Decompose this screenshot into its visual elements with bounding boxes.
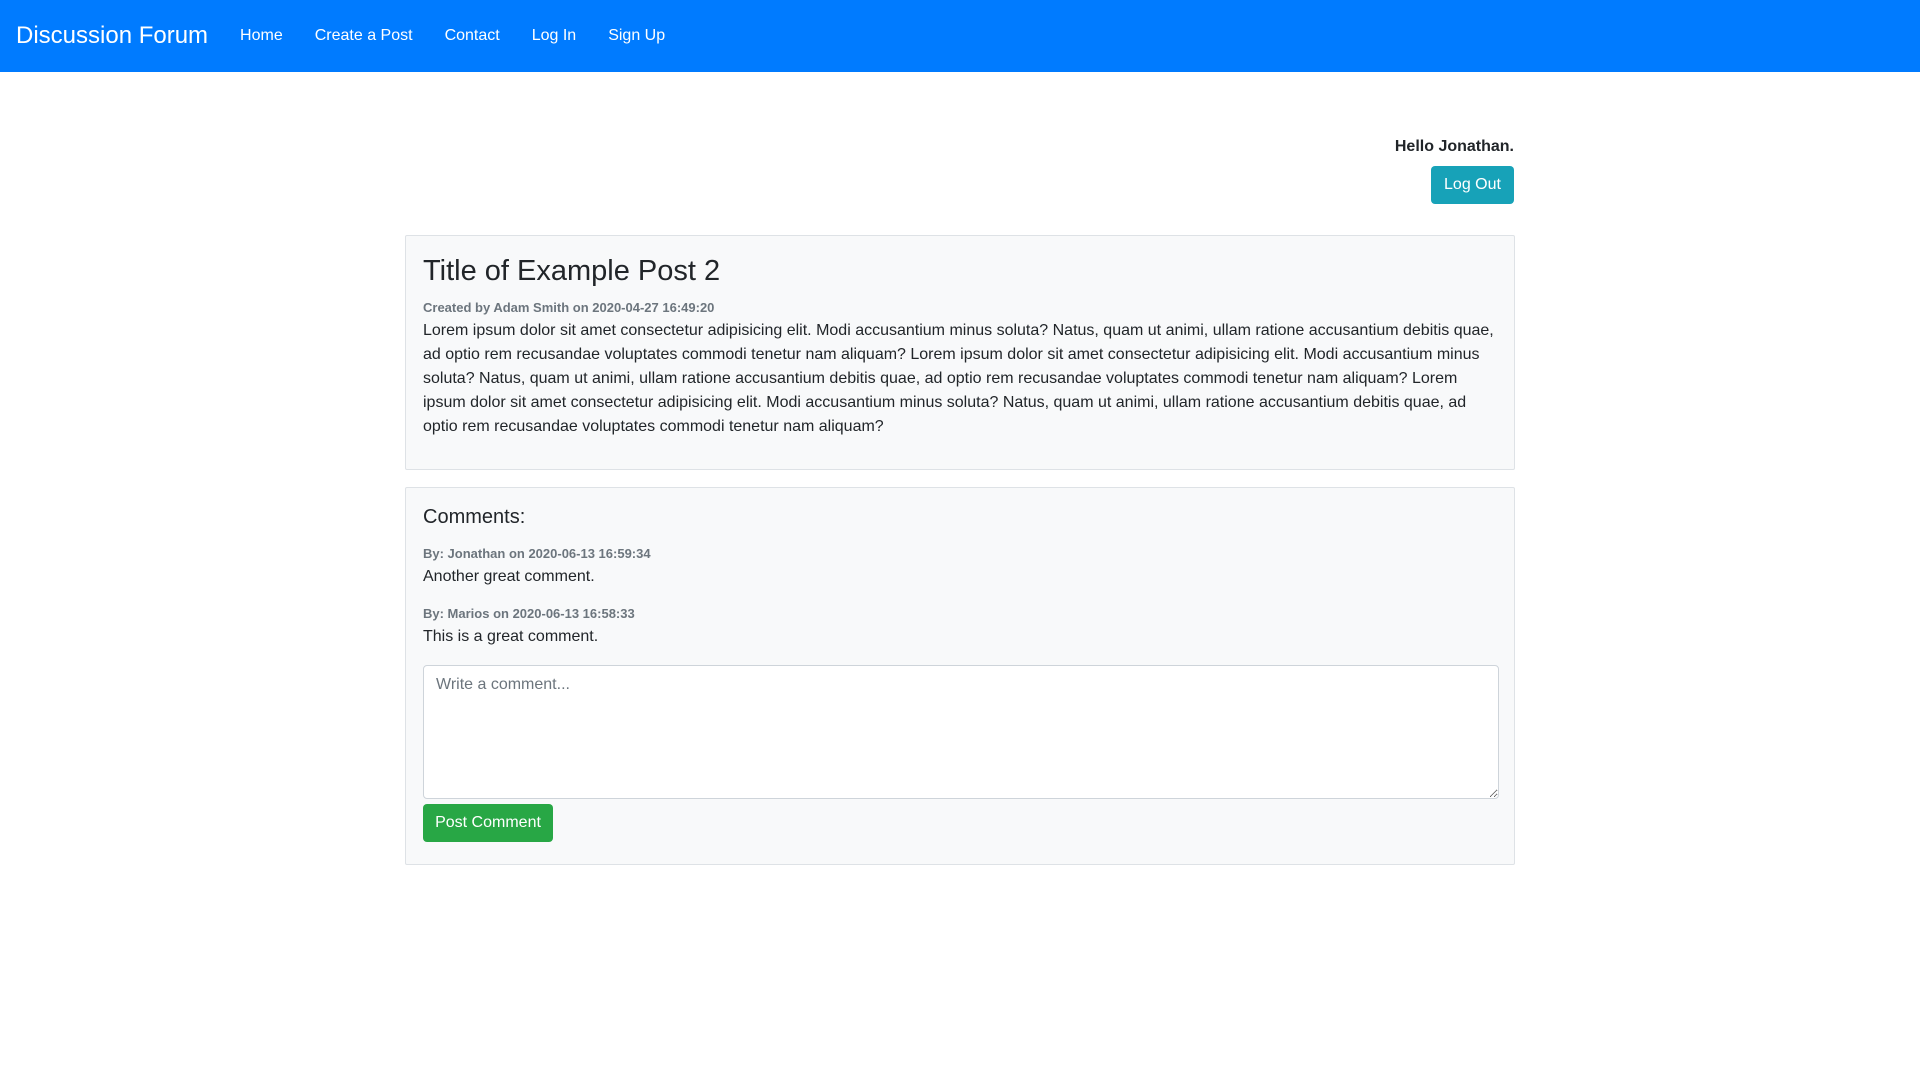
nav-link-sign-up[interactable]: Sign Up [608,28,665,44]
post-meta: Created by Adam Smith on 2020-04-27 16:4… [423,299,715,315]
user-greeting: Hello Jonathan. [1394,138,1514,155]
comment-input[interactable] [423,664,1499,799]
post-comment-button[interactable]: Post Comment [423,803,553,842]
user-area: Hello Jonathan. Log Out [1214,138,1514,204]
comment-text: This is a great comment. [423,628,599,646]
comment-meta: By: Jonathan on 2020-06-13 16:59:34 [423,546,651,561]
post-body: Lorem ipsum dolor sit amet consectetur a… [423,321,1494,435]
nav-link-log-in[interactable]: Log In [532,28,576,44]
brand-link[interactable]: Discussion Forum [16,22,208,50]
comments-heading: Comments: [423,506,526,528]
comment-meta: By: Marios on 2020-06-13 16:58:33 [423,605,635,621]
post-title: Title of Example Post 2 [423,255,721,287]
nav-link-contact[interactable]: Contact [445,28,500,44]
nav-link-home[interactable]: Home [240,28,283,44]
comments-card: Comments: By: Jonathan on 2020-06-13 16:… [405,487,1515,865]
top-navbar: Discussion Forum Home Create a Post Cont… [0,0,1920,72]
comment-item: By: Marios on 2020-06-13 16:58:33 This i… [423,605,1497,648]
nav-link-create-post[interactable]: Create a Post [315,28,413,44]
post-card: Title of Example Post 2 Created by Adam … [405,235,1515,470]
comment-text: Another great comment. [423,568,595,586]
log-out-button[interactable]: Log Out [1431,166,1514,204]
comment-item: By: Jonathan on 2020-06-13 16:59:34 Anot… [423,545,1497,588]
